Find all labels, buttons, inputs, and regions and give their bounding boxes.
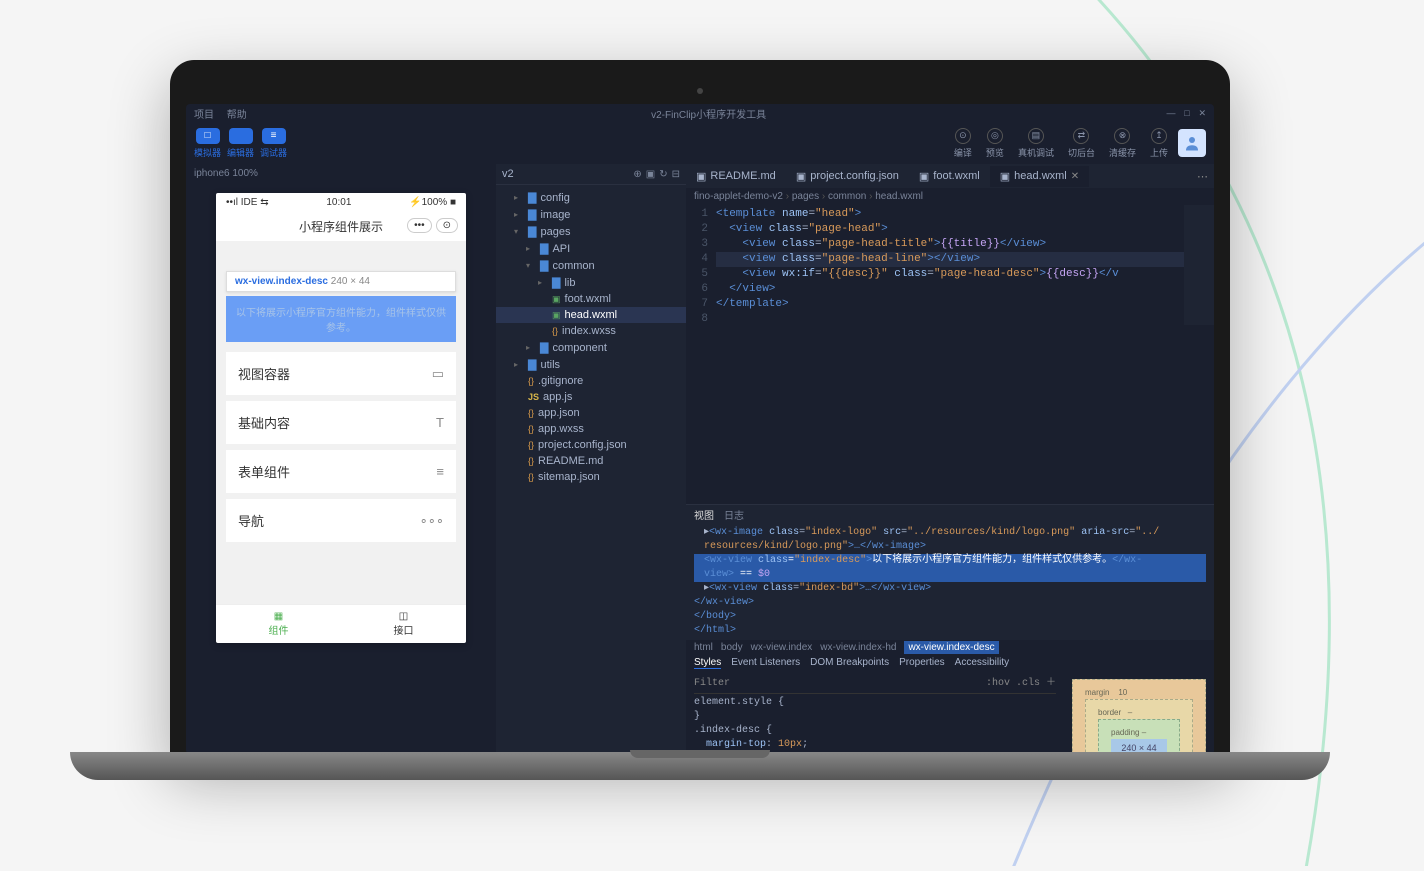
- editor-tab-2[interactable]: ▣foot.wxml: [909, 166, 990, 187]
- code-editor[interactable]: <template name="head"> <view class="page…: [716, 207, 1214, 327]
- tool-action-0[interactable]: ⊙编译: [954, 128, 972, 159]
- editor-tab-3[interactable]: ▣head.wxml✕: [990, 166, 1089, 187]
- tree-item-project.config.json[interactable]: {}project.config.json: [496, 437, 686, 453]
- tree-item-README.md[interactable]: {}README.md: [496, 453, 686, 469]
- tree-item-component[interactable]: ▸▇component: [496, 339, 686, 356]
- phone-status-time: 10:01: [326, 197, 351, 208]
- tool-action-1[interactable]: ◎预览: [986, 128, 1004, 159]
- inspect-tooltip: wx-view.index-desc 240 × 44: [226, 271, 456, 292]
- phone-tab-1[interactable]: ◫接口: [341, 605, 466, 643]
- tree-item-head.wxml[interactable]: ▣head.wxml: [496, 307, 686, 323]
- tool-action-2[interactable]: ▤真机调试: [1018, 128, 1054, 159]
- phone-status-left: ••ıl IDE ⇆: [226, 197, 269, 208]
- styles-filter[interactable]: Filter: [694, 677, 730, 691]
- window-title: v2-FinClip小程序开发工具: [651, 106, 766, 121]
- tree-item-index.wxss[interactable]: {}index.wxss: [496, 323, 686, 339]
- inspect-tab-2[interactable]: DOM Breakpoints: [810, 657, 889, 669]
- tool-action-3[interactable]: ⇄切后台: [1068, 128, 1095, 159]
- sim-list-item-0[interactable]: 视图容器▭: [226, 352, 456, 395]
- menu-help[interactable]: 帮助: [227, 110, 247, 121]
- mode-tab-1[interactable]: 编辑器: [227, 128, 254, 159]
- tree-item-app.json[interactable]: {}app.json: [496, 405, 686, 421]
- close-tab-icon[interactable]: ✕: [1071, 171, 1079, 182]
- phone-tab-0[interactable]: ▦组件: [216, 605, 341, 643]
- tool-action-4[interactable]: ⊗清缓存: [1109, 128, 1136, 159]
- capsule-close[interactable]: ⊙: [436, 218, 458, 233]
- sim-list-item-3[interactable]: 导航∘∘∘: [226, 499, 456, 542]
- menu-project[interactable]: 项目: [194, 110, 214, 121]
- styles-pane[interactable]: Filter :hov .cls ＋ element.style {}.inde…: [686, 671, 1064, 754]
- phone-status-battery: ⚡100% ■: [409, 197, 456, 208]
- devtab-view[interactable]: 视图: [694, 507, 714, 522]
- main-toolbar: □模拟器编辑器≡调试器 ⊙编译 ◎预览 ▤真机调试 ⇄切后台 ⊗清缓存 ↥上传: [186, 122, 1214, 164]
- maximize-button[interactable]: □: [1184, 108, 1189, 118]
- editor-tab-1[interactable]: ▣project.config.json: [786, 166, 909, 187]
- crumb-4[interactable]: wx-view.index-desc: [904, 641, 998, 654]
- tree-item-common[interactable]: ▾▇common: [496, 257, 686, 274]
- tree-item-config[interactable]: ▸▇config: [496, 189, 686, 206]
- menu-bar: 项目 帮助: [194, 106, 257, 121]
- devtab-log[interactable]: 日志: [724, 507, 744, 522]
- close-button[interactable]: ✕: [1198, 108, 1206, 118]
- inspect-tab-0[interactable]: Styles: [694, 657, 721, 669]
- more-tabs-icon[interactable]: ⋯: [1191, 170, 1214, 183]
- dom-tree[interactable]: ▸<wx-image class="index-logo" src="../re…: [686, 524, 1214, 640]
- tree-item-app.wxss[interactable]: {}app.wxss: [496, 421, 686, 437]
- editor-tab-0[interactable]: ▣README.md: [686, 166, 786, 187]
- tree-item-lib[interactable]: ▸▇lib: [496, 274, 686, 291]
- inspect-tab-1[interactable]: Event Listeners: [731, 657, 800, 669]
- laptop-mockup: 项目 帮助 v2-FinClip小程序开发工具 — □ ✕ □模拟器编辑器≡调试…: [170, 60, 1230, 780]
- crumb-0[interactable]: html: [694, 642, 713, 653]
- simulator-device-label: iphone6 100%: [186, 164, 496, 183]
- collapse-icon[interactable]: ⊟: [672, 169, 680, 180]
- user-avatar[interactable]: [1178, 129, 1206, 157]
- devtools-panel: 视图 日志 ▸<wx-image class="index-logo" src=…: [686, 504, 1214, 754]
- tree-item-utils[interactable]: ▸▇utils: [496, 356, 686, 373]
- tree-item-API[interactable]: ▸▇API: [496, 240, 686, 257]
- tree-item-foot.wxml[interactable]: ▣foot.wxml: [496, 291, 686, 307]
- refresh-icon[interactable]: ↻: [659, 169, 667, 180]
- highlighted-element: 以下将展示小程序官方组件能力，组件样式仅供参考。: [226, 296, 456, 342]
- inspect-tab-3[interactable]: Properties: [899, 657, 945, 669]
- tree-root-label: v2: [502, 168, 514, 180]
- phone-preview: ••ıl IDE ⇆ 10:01 ⚡100% ■ 小程序组件展示 ••• ⊙ w…: [216, 193, 466, 643]
- tree-item-pages[interactable]: ▾▇pages: [496, 223, 686, 240]
- crumb-2[interactable]: wx-view.index: [751, 642, 813, 653]
- new-folder-icon[interactable]: ▣: [646, 169, 655, 180]
- crumb-3[interactable]: wx-view.index-hd: [820, 642, 896, 653]
- simulator-panel: iphone6 100% ••ıl IDE ⇆ 10:01 ⚡100% ■ 小程…: [186, 164, 496, 754]
- tree-item-.gitignore[interactable]: {}.gitignore: [496, 373, 686, 389]
- tool-action-5[interactable]: ↥上传: [1150, 128, 1168, 159]
- camera-dot: [697, 88, 703, 94]
- capsule-menu[interactable]: •••: [407, 218, 432, 233]
- element-crumbs: html body wx-view.index wx-view.index-hd wx-…: [686, 640, 1214, 655]
- minimize-button[interactable]: —: [1166, 108, 1175, 118]
- file-tree-panel: v2 ⊕ ▣ ↻ ⊟ ▸▇config▸▇image▾▇pages▸▇API▾▇…: [496, 164, 686, 754]
- page-title: 小程序组件展示: [299, 220, 383, 234]
- window-titlebar: 项目 帮助 v2-FinClip小程序开发工具 — □ ✕: [186, 104, 1214, 122]
- box-model: margin 10 border – padding – 240 × 44 – …: [1064, 671, 1214, 754]
- crumb-1[interactable]: body: [721, 642, 743, 653]
- breadcrumb: fino-applet-demo-v2pagescommonhead.wxml: [686, 188, 1214, 205]
- mode-tab-2[interactable]: ≡调试器: [260, 128, 287, 159]
- laptop-base: [70, 752, 1330, 780]
- inspect-tab-4[interactable]: Accessibility: [955, 657, 1009, 669]
- sim-list-item-2[interactable]: 表单组件≡: [226, 450, 456, 493]
- mode-tab-0[interactable]: □模拟器: [194, 128, 221, 159]
- tree-item-image[interactable]: ▸▇image: [496, 206, 686, 223]
- new-file-icon[interactable]: ⊕: [633, 169, 641, 180]
- styles-filter-controls[interactable]: :hov .cls ＋: [986, 677, 1056, 691]
- tree-item-app.js[interactable]: JSapp.js: [496, 389, 686, 405]
- sim-list-item-1[interactable]: 基础内容T: [226, 401, 456, 444]
- editor-panel: ▣README.md▣project.config.json▣foot.wxml…: [686, 164, 1214, 754]
- tree-item-sitemap.json[interactable]: {}sitemap.json: [496, 469, 686, 485]
- minimap[interactable]: [1184, 205, 1214, 325]
